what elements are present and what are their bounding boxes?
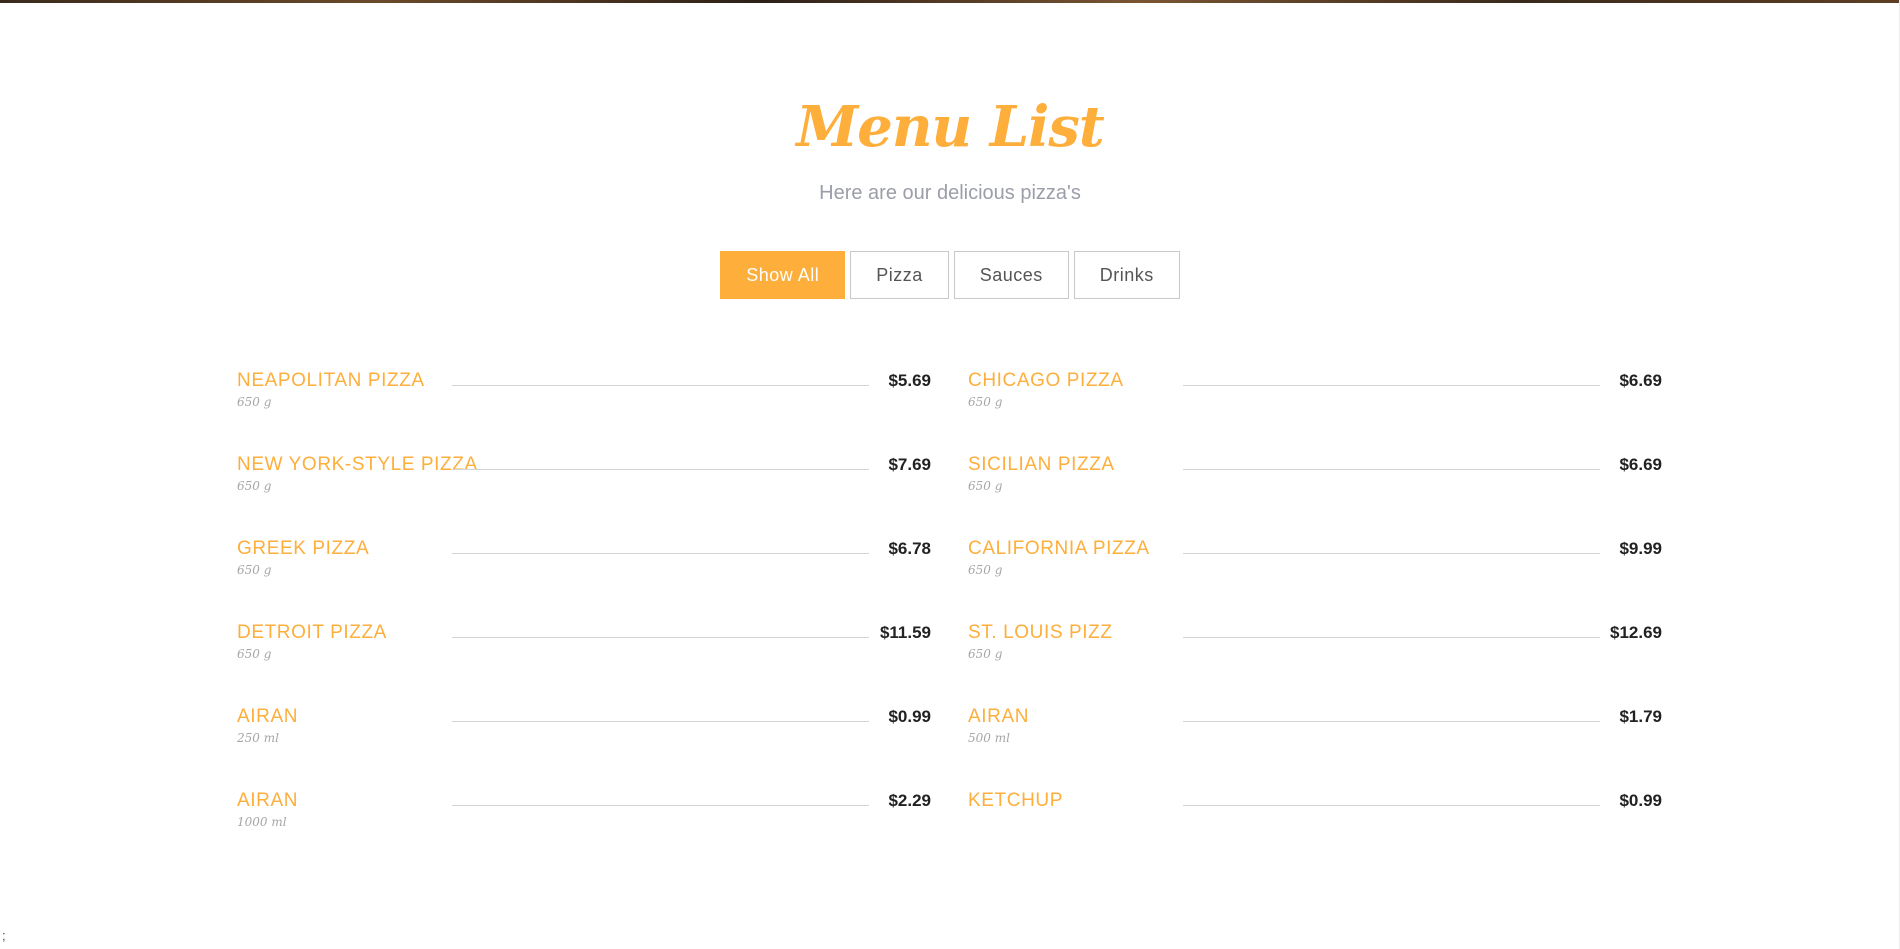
- menu-item: GREEK PIZZA $6.78 650 g: [237, 538, 931, 622]
- menu-item-weight: 1000 ml: [237, 815, 287, 829]
- menu-item-name: CHICAGO PIZZA: [968, 370, 1124, 391]
- menu-item-price: $9.99: [1619, 539, 1662, 558]
- menu-item-name: AIRAN: [968, 706, 1030, 727]
- menu-item-name: KETCHUP: [968, 790, 1063, 811]
- menu-item-weight: 650 g: [968, 395, 1003, 409]
- menu-item-name: NEW YORK-STYLE PIZZA: [237, 454, 478, 475]
- menu-item-name: ST. LOUIS PIZZ: [968, 622, 1113, 643]
- menu-item-name: GREEK PIZZA: [237, 538, 370, 559]
- menu-item-price: $1.79: [1619, 707, 1662, 726]
- menu-item-weight: 250 ml: [237, 731, 279, 745]
- menu-item: NEW YORK-STYLE PIZZA $7.69 650 g: [237, 454, 931, 538]
- menu-item-weight: 650 g: [237, 395, 272, 409]
- menu-title: Menu List: [796, 94, 1105, 160]
- menu-item: CHICAGO PIZZA $6.69 650 g: [968, 370, 1662, 454]
- menu-item-leader-line: [1183, 637, 1600, 638]
- filter-show-all-button[interactable]: Show All: [720, 251, 846, 299]
- filter-pizza-button[interactable]: Pizza: [850, 251, 949, 299]
- menu-item-weight: 650 g: [237, 563, 272, 577]
- page: Menu List Here are our delicious pizza's…: [0, 0, 1900, 949]
- menu-column-left: NEAPOLITAN PIZZA $5.69 650 g NEW YORK-ST…: [237, 370, 931, 874]
- menu-column-right: CHICAGO PIZZA $6.69 650 g SICILIAN PIZZA…: [968, 370, 1662, 874]
- menu-item-leader-line: [452, 553, 869, 554]
- menu-item: DETROIT PIZZA $11.59 650 g: [237, 622, 931, 706]
- menu-item-leader-line: [1183, 805, 1600, 806]
- menu-item: KETCHUP $0.99: [968, 790, 1662, 874]
- menu-item-price: $11.59: [879, 623, 931, 642]
- menu-item: AIRAN $1.79 500 ml: [968, 706, 1662, 790]
- stray-text: ;: [2, 928, 6, 943]
- menu-item-price: $6.69: [1619, 455, 1662, 474]
- menu-item-price: $2.29: [888, 791, 931, 810]
- hero-image-bottom-edge: [0, 0, 1900, 3]
- menu-item-weight: 650 g: [968, 479, 1003, 493]
- menu-item-leader-line: [1183, 553, 1600, 554]
- menu-item-name: CALIFORNIA PIZZA: [968, 538, 1150, 559]
- menu-item: AIRAN $0.99 250 ml: [237, 706, 931, 790]
- menu-item-leader-line: [452, 385, 869, 386]
- menu-item-price: $5.69: [888, 371, 931, 390]
- menu-item-price: $7.69: [888, 455, 931, 474]
- menu-item: NEAPOLITAN PIZZA $5.69 650 g: [237, 370, 931, 454]
- menu-item-leader-line: [452, 637, 869, 638]
- menu-item-name: AIRAN: [237, 790, 299, 811]
- menu-item: SICILIAN PIZZA $6.69 650 g: [968, 454, 1662, 538]
- menu-item-leader-line: [452, 469, 869, 470]
- menu-item-price: $12.69: [1610, 623, 1662, 642]
- menu-item: ST. LOUIS PIZZ $12.69 650 g: [968, 622, 1662, 706]
- menu-item-price: $0.99: [1619, 791, 1662, 810]
- menu-item-leader-line: [452, 805, 869, 806]
- menu-subtitle: Here are our delicious pizza's: [819, 182, 1081, 204]
- filter-sauces-button[interactable]: Sauces: [953, 251, 1069, 299]
- menu-item: AIRAN $2.29 1000 ml: [237, 790, 931, 874]
- menu-item-name: NEAPOLITAN PIZZA: [237, 370, 425, 391]
- menu-item-price: $0.99: [888, 707, 931, 726]
- menu-item-price: $6.78: [888, 539, 931, 558]
- menu-item-leader-line: [1183, 385, 1600, 386]
- menu-item-price: $6.69: [1619, 371, 1662, 390]
- menu-item-weight: 500 ml: [968, 731, 1010, 745]
- menu-item-weight: 650 g: [968, 563, 1003, 577]
- menu-item-name: SICILIAN PIZZA: [968, 454, 1115, 475]
- menu-item: CALIFORNIA PIZZA $9.99 650 g: [968, 538, 1662, 622]
- filter-drinks-button[interactable]: Drinks: [1073, 251, 1180, 299]
- menu-item-weight: 650 g: [237, 647, 272, 661]
- menu-item-leader-line: [1183, 469, 1600, 470]
- menu-item-weight: 650 g: [968, 647, 1003, 661]
- menu-item-name: DETROIT PIZZA: [237, 622, 387, 643]
- menu-item-weight: 650 g: [237, 479, 272, 493]
- menu-item-leader-line: [452, 721, 869, 722]
- menu-filter-bar: Show All Pizza Sauces Drinks: [0, 251, 1900, 299]
- menu-item-name: AIRAN: [237, 706, 299, 727]
- menu-item-leader-line: [1183, 721, 1600, 722]
